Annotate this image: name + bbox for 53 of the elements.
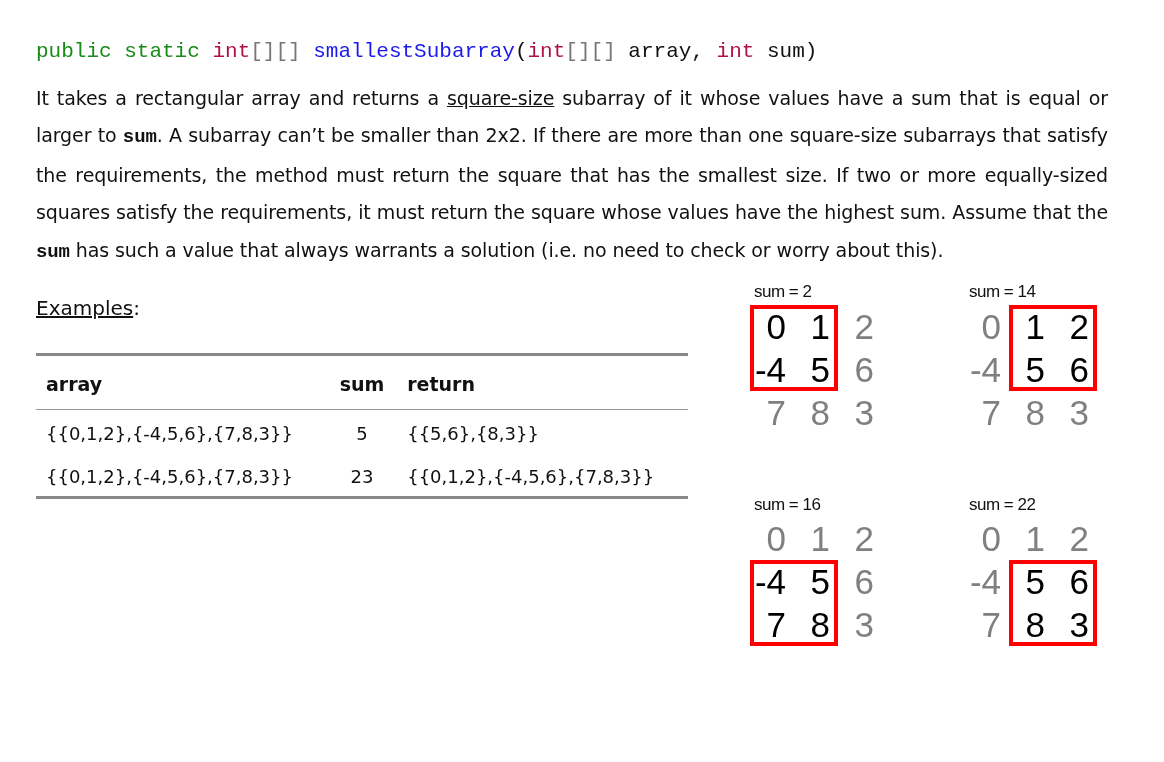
sum-label: sum = 2 — [754, 281, 812, 304]
matrix-value: 5 — [809, 348, 831, 391]
description-paragraph: It takes a rectangular array and returns a square-size subarray of it whose values have a sum that is equal or larger to sum. A subarray can’t be smaller than 2x2. If there are more than one square-size subarrays that satisfy the requirements, the method must return the square that has the smallest size. If two or more equally-sized squares satisfy the requirements, it must return the square whose values have the highest sum. Assume that the sum has such a value that always warrants a solution (i.e. no need to check or worry about this). — [36, 85, 1108, 265]
table-cell: {{0,1,2},{-4,5,6},{7,8,3}} — [36, 452, 327, 498]
sum-label: sum = 14 — [969, 281, 1036, 304]
matrix-value: 7 — [765, 391, 787, 434]
matrix-value: 7 — [980, 604, 1002, 647]
matrix-value: 3 — [1068, 391, 1090, 434]
matrix-value: 1 — [809, 518, 831, 561]
matrix-value: 0 — [980, 518, 1002, 561]
sum-label: sum = 22 — [969, 493, 1036, 516]
table-cell: {{0,1,2},{-4,5,6},{7,8,3}} — [397, 452, 688, 498]
column-header: array — [36, 354, 327, 410]
matrix-value: 2 — [1068, 305, 1090, 348]
table-cell: {{5,6},{8,3}} — [397, 409, 688, 453]
heading-colon: : — [133, 296, 140, 321]
table-cell: 23 — [326, 452, 398, 498]
table-cell: {{0,1,2},{-4,5,6},{7,8,3}} — [36, 409, 327, 453]
matrix-value: 5 — [1024, 561, 1046, 604]
matrix-value: 6 — [853, 348, 875, 391]
column-header: sum — [326, 354, 398, 410]
matrix-value: 1 — [1024, 518, 1046, 561]
matrix-value: 8 — [809, 391, 831, 434]
matrix-value: 2 — [853, 518, 875, 561]
matrix-value: 6 — [1068, 348, 1090, 391]
matrix-value: -4 — [968, 348, 1002, 391]
matrix-value: 1 — [1024, 305, 1046, 348]
matrix-value: 5 — [809, 561, 831, 604]
matrix-value: -4 — [753, 561, 787, 604]
matrix-value: 7 — [765, 604, 787, 647]
matrix-value: 8 — [809, 604, 831, 647]
matrix-value: 0 — [765, 518, 787, 561]
method-signature: public static int[][] smallestSubarray(int[][] array, int sum) — [36, 39, 819, 65]
matrix-value: 0 — [765, 305, 787, 348]
matrix-value: 5 — [1024, 348, 1046, 391]
matrix-value: 8 — [1024, 391, 1046, 434]
matrix-value: 7 — [980, 391, 1002, 434]
matrix-value: 8 — [1024, 604, 1046, 647]
matrix-value: 0 — [980, 305, 1002, 348]
matrix-value: -4 — [753, 348, 787, 391]
matrix-value: 3 — [1068, 604, 1090, 647]
matrix-value: 6 — [1068, 561, 1090, 604]
matrix-value: 2 — [853, 305, 875, 348]
matrix-value: -4 — [968, 561, 1002, 604]
table-cell: 5 — [326, 409, 398, 453]
matrix-value: 3 — [853, 604, 875, 647]
sum-label: sum = 16 — [754, 493, 821, 516]
matrix-value: 3 — [853, 391, 875, 434]
matrix-value: 1 — [809, 305, 831, 348]
column-header: return — [397, 354, 688, 410]
examples-heading: Examples — [36, 296, 134, 321]
matrix-value: 2 — [1068, 518, 1090, 561]
matrix-value: 6 — [853, 561, 875, 604]
